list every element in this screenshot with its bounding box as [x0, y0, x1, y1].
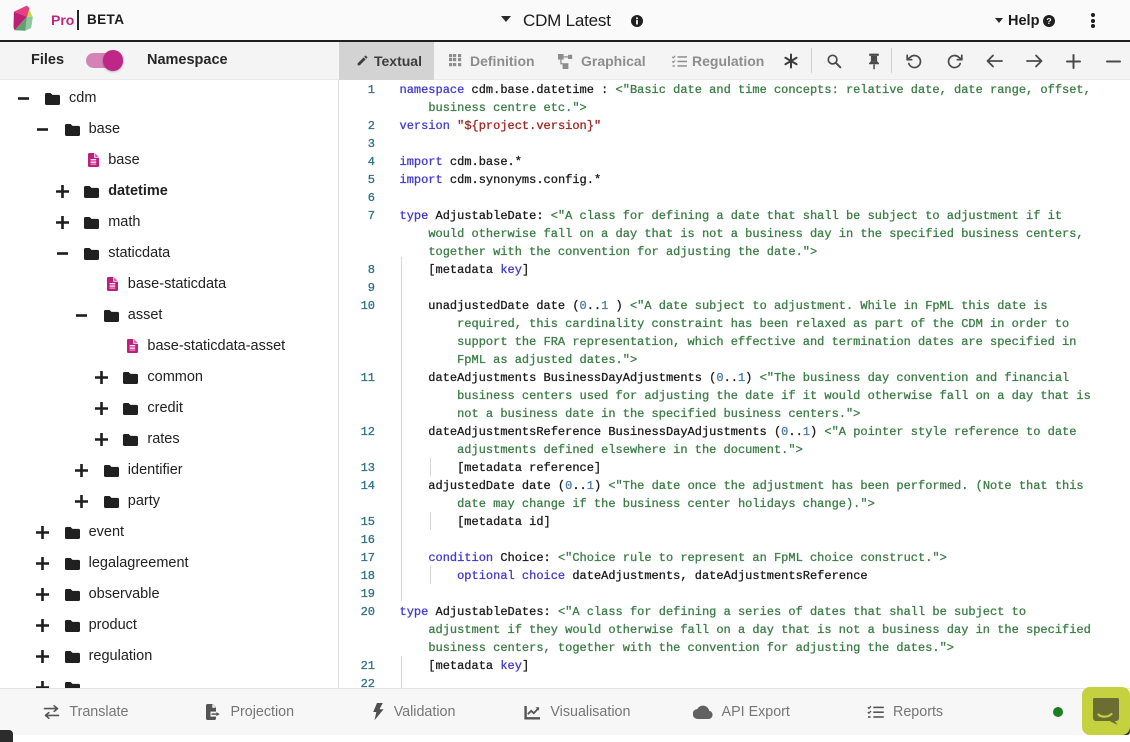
svg-text:?: ?	[1046, 16, 1051, 26]
